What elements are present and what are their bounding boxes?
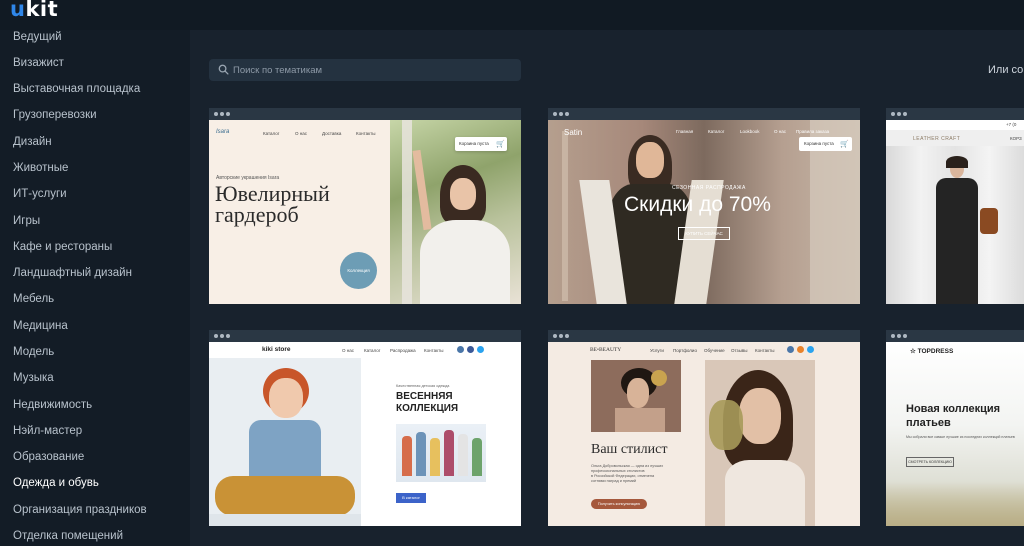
template-cta: СМОТРЕТЬ КОЛЛЕКЦИЮ	[906, 457, 954, 467]
sidebar-item-it[interactable]: ИТ-услуги	[13, 188, 67, 200]
browser-chrome	[209, 108, 521, 120]
template-preview: Satin Главная Каталог Lookbook О нас Пра…	[548, 120, 860, 304]
star-icon: ☆	[910, 348, 916, 355]
browser-chrome	[548, 330, 860, 342]
template-brand: LEATHER CRAFT	[913, 136, 961, 142]
ok-icon	[797, 346, 804, 353]
sidebar-item-model[interactable]: Модель	[13, 346, 54, 358]
vk-icon	[787, 346, 794, 353]
template-preview: Isara Каталог О нас Доставка Контакты Ав…	[209, 120, 521, 304]
sidebar-item-vizazhist[interactable]: Визажист	[13, 57, 64, 69]
template-nav-item: Доставка	[322, 131, 342, 136]
sidebar-item-cafe[interactable]: Кафе и рестораны	[13, 241, 112, 253]
template-brand: BE•BEAUTY	[590, 347, 622, 353]
browser-chrome	[209, 330, 521, 342]
search-bar	[209, 59, 521, 81]
sidebar-item-vedushchiy[interactable]: Ведущий	[13, 31, 62, 43]
template-brand: kiki store	[262, 346, 291, 353]
template-card-topdress[interactable]: ☆ TOPDRESS Новая коллекция платьев Мы со…	[886, 330, 1024, 526]
sidebar-item-furniture[interactable]: Мебель	[13, 293, 54, 305]
template-preview: ☆ TOPDRESS Новая коллекция платьев Мы со…	[886, 342, 1024, 526]
browser-chrome	[548, 108, 860, 120]
sidebar-item-animals[interactable]: Животные	[13, 162, 68, 174]
template-card-jewelry[interactable]: Isara Каталог О нас Доставка Контакты Ав…	[209, 108, 521, 304]
template-card-sale[interactable]: Satin Главная Каталог Lookbook О нас Пра…	[548, 108, 860, 304]
search-input[interactable]	[233, 59, 513, 81]
top-bar: ukit	[0, 0, 1024, 30]
cart-icon: 🛒	[496, 141, 505, 148]
vk-icon	[457, 346, 464, 353]
template-nav-item: Каталог	[263, 131, 280, 136]
template-heading: Ювелирный гардероб	[215, 181, 330, 227]
browser-chrome	[886, 108, 1024, 120]
template-heading: Новая коллекция платьев	[906, 403, 1001, 429]
kid-photo	[209, 358, 361, 526]
sidebar-item-games[interactable]: Игры	[13, 215, 40, 227]
template-heading: Скидки до 70%	[624, 193, 771, 216]
template-nav-item: Контакты	[356, 131, 376, 136]
template-cta: Коллекция	[340, 252, 377, 289]
ukit-logo[interactable]: ukit	[10, 0, 58, 21]
template-card-beauty[interactable]: BE•BEAUTY Услуги Портфолио Обучение Отзы…	[548, 330, 860, 526]
template-heading: Ваш стилист	[591, 442, 668, 457]
template-preview: BE•BEAUTY Услуги Портфолио Обучение Отзы…	[548, 342, 860, 526]
stylist-photo-large	[705, 360, 815, 526]
template-preview: kiki store О нас Каталог Распродажа Конт…	[209, 342, 521, 526]
sidebar-item-education[interactable]: Образование	[13, 451, 84, 463]
kids-group-photo	[396, 424, 486, 482]
browser-chrome	[886, 330, 1024, 342]
sidebar-item-exhibition[interactable]: Выставочная площадка	[13, 83, 140, 95]
stylist-photo-small	[591, 360, 681, 432]
template-nav-item: О нас	[295, 131, 307, 136]
sidebar-item-renovation[interactable]: Отделка помещений	[13, 530, 123, 542]
sidebar-item-cargo[interactable]: Грузоперевозки	[13, 109, 97, 121]
category-sidebar: Ведущий Визажист Выставочная площадка Гр…	[0, 30, 190, 546]
template-brand: ☆ TOPDRESS	[910, 348, 954, 355]
or-create-link[interactable]: Или со	[988, 64, 1023, 76]
template-description: Мы собрали все самые лучшие из последних…	[906, 435, 1015, 439]
template-brand: Satin	[564, 128, 583, 137]
template-card-kids[interactable]: kiki store О нас Каталог Распродажа Конт…	[209, 330, 521, 526]
sidebar-item-events[interactable]: Организация праздников	[13, 504, 147, 516]
template-cta: Получить консультацию	[591, 499, 647, 509]
template-heading: ВЕСЕННЯЯ КОЛЛЕКЦИЯ	[396, 391, 459, 414]
template-preview: +7 (0 LEATHER CRAFT КОРЗ	[886, 120, 1024, 304]
sidebar-item-medicine[interactable]: Медицина	[13, 320, 68, 332]
template-card-leather[interactable]: +7 (0 LEATHER CRAFT КОРЗ	[886, 108, 1024, 304]
sidebar-item-realty[interactable]: Недвижимость	[13, 399, 92, 411]
sidebar-item-landscape[interactable]: Ландшафтный дизайн	[13, 267, 132, 279]
template-description: Ольга Добровольская — одна из лучших про…	[591, 464, 664, 483]
template-brand: Isara	[216, 129, 230, 135]
twitter-icon	[807, 346, 814, 353]
facebook-icon	[467, 346, 474, 353]
template-cta: КУПИТЬ СЕЙЧАС	[678, 227, 730, 240]
cart-icon: 🛒	[840, 141, 849, 148]
template-kicker: СЕЗОННАЯ РАСПРОДАЖА	[672, 185, 746, 191]
cart-button: Корзина пуста 🛒	[455, 137, 507, 151]
cart-button: Корзина пуста 🛒	[799, 137, 852, 151]
sidebar-item-clothing[interactable]: Одежда и обувь	[13, 477, 99, 489]
sidebar-item-nail[interactable]: Нэйл-мастер	[13, 425, 82, 437]
template-cta: В каталог	[396, 493, 426, 503]
search-icon	[218, 64, 229, 75]
twitter-icon	[477, 346, 484, 353]
sidebar-item-design[interactable]: Дизайн	[13, 136, 52, 148]
template-subtitle: Качественная детская одежда	[396, 384, 450, 388]
sidebar-item-music[interactable]: Музыка	[13, 372, 54, 384]
